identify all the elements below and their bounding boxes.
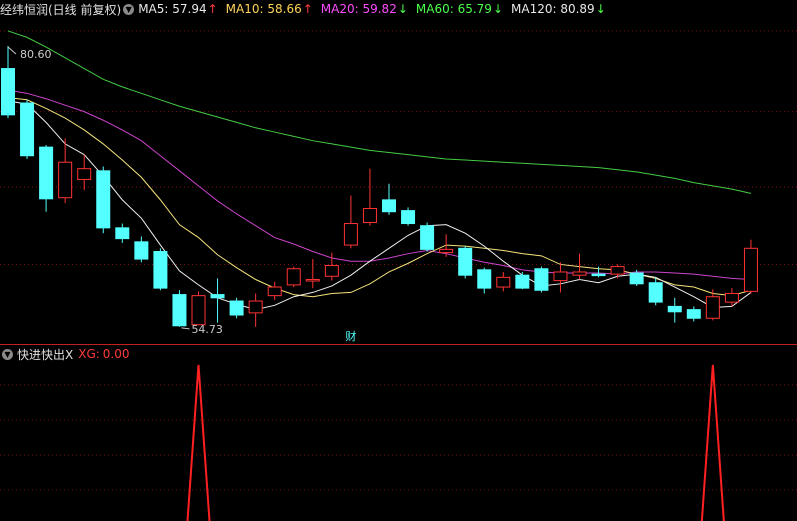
low-marker-line: [181, 327, 190, 330]
low-price-label: 54.73: [191, 323, 223, 336]
candle-down: [477, 269, 492, 289]
event-marker-label: 财: [345, 329, 356, 343]
trend-arrow-icon: ↑: [302, 2, 313, 16]
candle-up: [324, 265, 339, 277]
candle-up: [305, 279, 320, 282]
candle-up: [77, 168, 92, 180]
candle-up: [248, 300, 263, 314]
main-panel-header: 经纬恒润(日线 前复权) ▼ MA5: 57.94↑ MA10: 58.66↑ MA…: [0, 1, 606, 17]
candle-down: [134, 241, 149, 260]
trend-arrow-icon: ↓: [492, 2, 503, 16]
candle-down: [686, 309, 701, 319]
candle-up: [724, 292, 739, 303]
indicator-ma20: MA20: 59.82↓: [320, 2, 408, 16]
indicator-ma10: MA10: 58.66↑: [225, 2, 313, 16]
high-price-label: 80.60: [20, 48, 52, 61]
candle-down: [39, 146, 54, 200]
candle-up: [343, 223, 358, 246]
indicator-ma5: MA5: 57.94↑: [138, 2, 218, 16]
candle-up: [58, 161, 73, 199]
high-marker-line: [7, 46, 17, 55]
stock-title: 经纬恒润(日线 前复权): [0, 2, 122, 17]
ma20-line: [7, 89, 751, 281]
xg-signal-spike: [186, 364, 211, 521]
chart-canvas: 80.60 54.73 财: [0, 30, 797, 521]
candle-up: [191, 295, 206, 326]
xg-label: XG:: [78, 347, 100, 361]
candle-down: [591, 273, 606, 277]
indicator-ma120: MA120: 80.89↓: [511, 2, 606, 16]
candle-up: [553, 271, 568, 282]
candle-down: [115, 227, 130, 240]
candle-up: [610, 266, 625, 275]
trend-arrow-icon: ↓: [595, 2, 606, 16]
candle-up: [267, 286, 282, 297]
candle-down: [172, 294, 187, 327]
candle-down: [515, 274, 530, 289]
candle-down: [1, 68, 15, 116]
sub-panel-header: ▼ 快进快出X XG: 0.00: [0, 346, 130, 362]
trend-arrow-icon: ↓: [397, 2, 408, 16]
candle-down: [648, 282, 663, 303]
candle-down: [20, 102, 35, 157]
candle-down: [382, 199, 396, 213]
candle-up: [743, 247, 758, 292]
ma10-line: [7, 97, 752, 298]
candle-down: [229, 300, 244, 316]
candle-down: [401, 210, 416, 225]
candle-down: [420, 225, 435, 250]
ma-legend: MA5: 57.94↑ MA10: 58.66↑ MA20: 59.82↓ MA60:…: [138, 2, 606, 16]
trend-arrow-icon: ↑: [207, 2, 218, 16]
ma60-line: [7, 30, 752, 194]
candle-down: [153, 251, 168, 289]
chevron-down-icon[interactable]: ▼: [2, 348, 13, 360]
candle-down: [458, 247, 473, 276]
candle-up: [572, 271, 587, 276]
candle-down: [667, 305, 682, 313]
candle-down: [210, 294, 225, 299]
candle-up: [439, 248, 454, 254]
xg-value: 0.00: [102, 347, 130, 361]
sub-panel-title: 快进快出X: [17, 347, 74, 362]
candle-up: [286, 268, 301, 286]
candle-down: [534, 268, 549, 291]
candle-down: [629, 272, 644, 285]
chevron-down-icon[interactable]: ▼: [123, 3, 135, 15]
candle-down: [96, 170, 111, 229]
xg-signal-spike: [700, 364, 725, 521]
candle-up: [496, 276, 511, 288]
candle-up: [362, 207, 377, 223]
indicator-ma60: MA60: 65.79↓: [415, 2, 503, 16]
candle-up: [705, 296, 720, 319]
